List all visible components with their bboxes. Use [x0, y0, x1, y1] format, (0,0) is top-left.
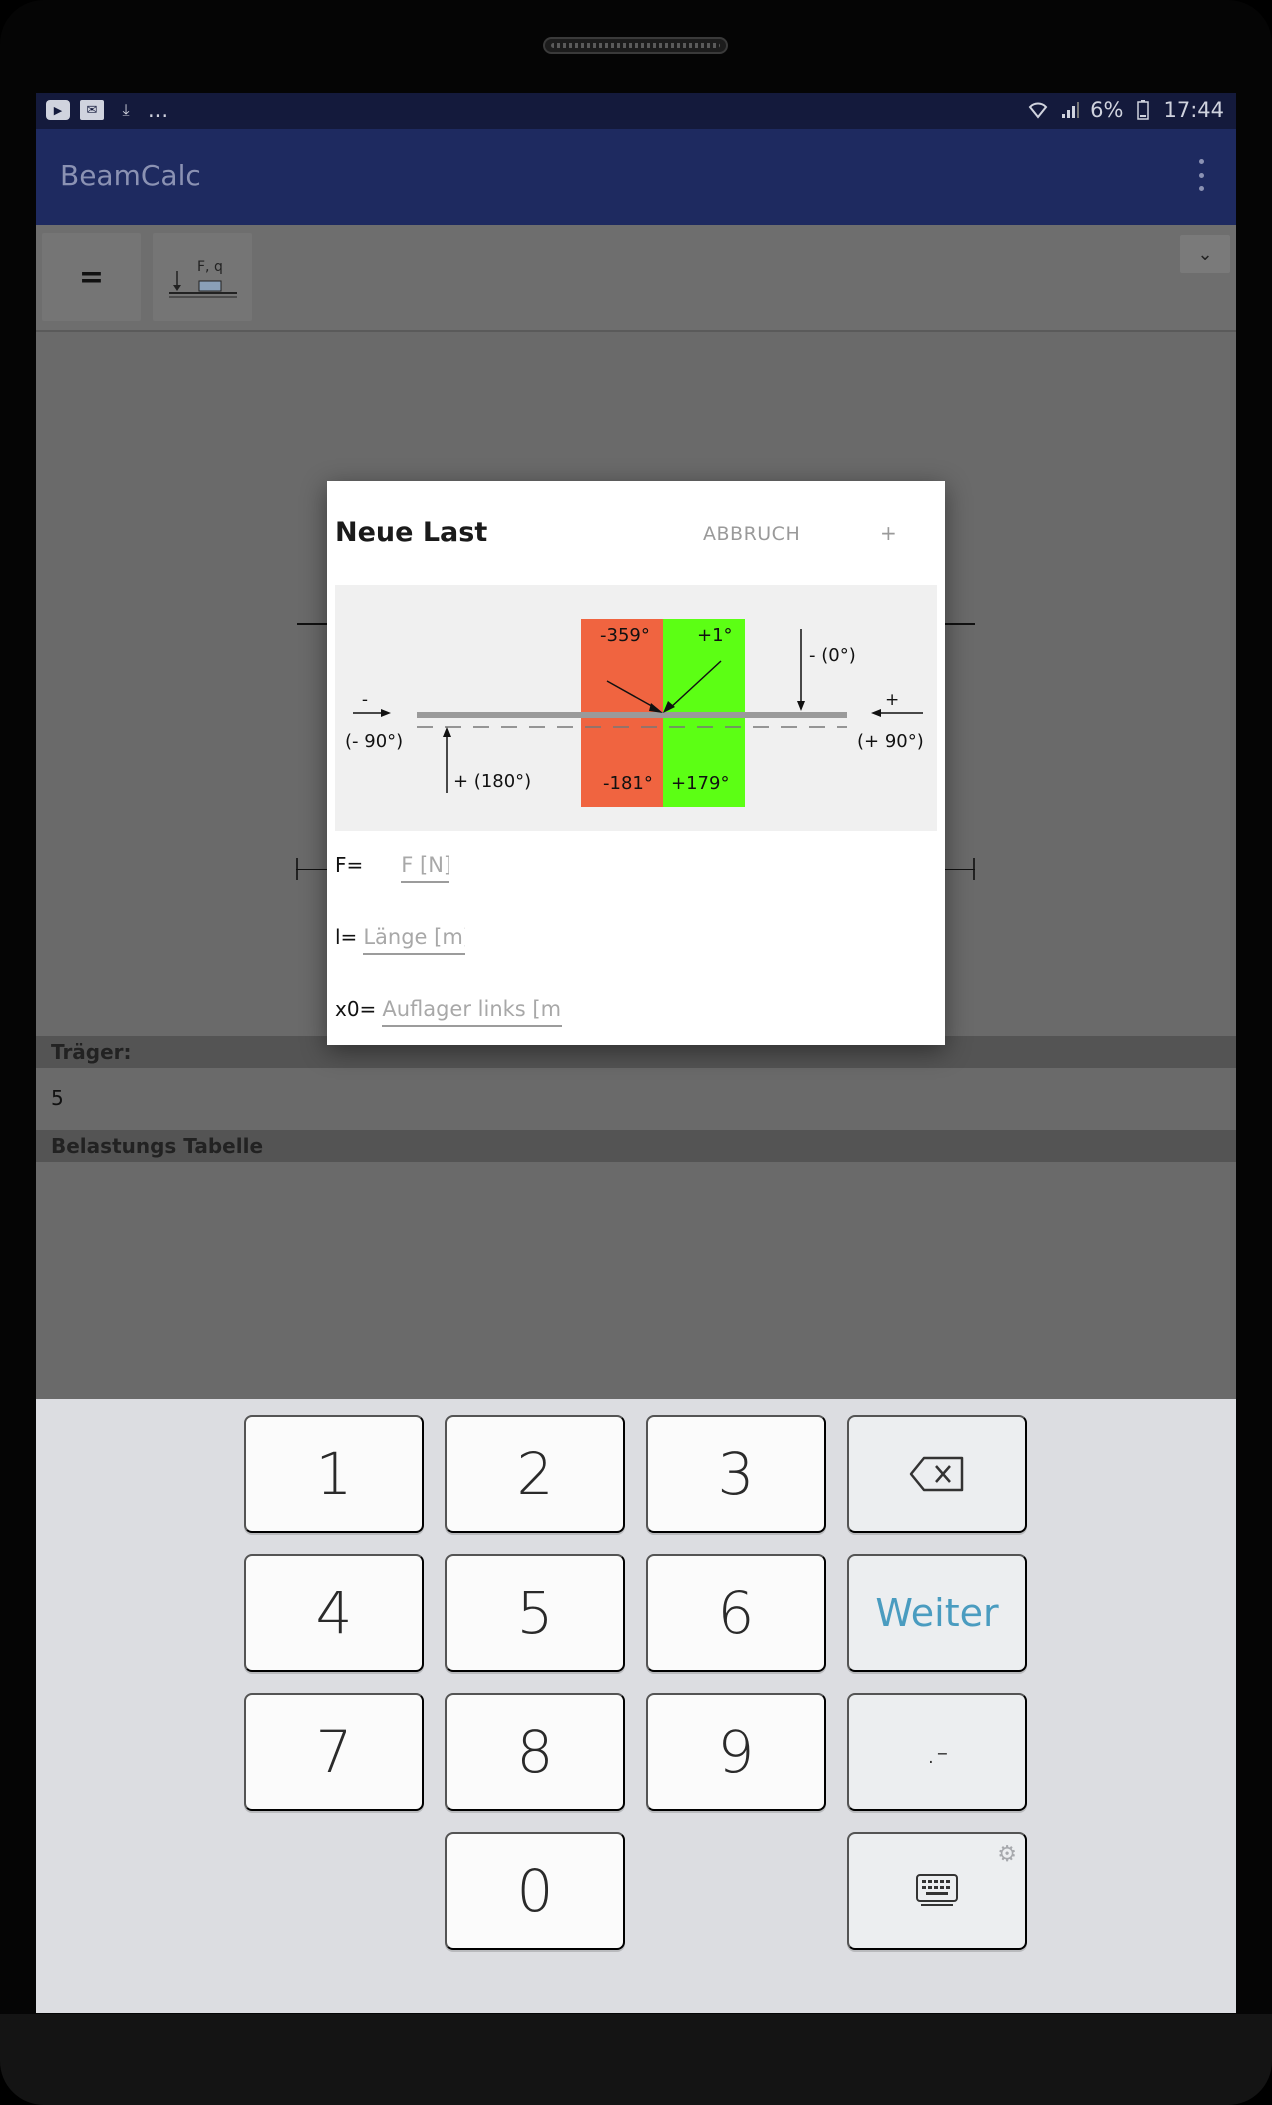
app-title: BeamCalc — [60, 159, 201, 192]
force-input[interactable] — [401, 853, 450, 883]
key-9[interactable]: 9 — [646, 1693, 826, 1811]
backspace-key[interactable] — [847, 1415, 1027, 1533]
device-bottom-bezel — [0, 2014, 1272, 2105]
dimension-line-right — [945, 869, 975, 870]
load-table-header: Belastungs Tabelle — [36, 1130, 1236, 1162]
next-key[interactable]: Weiter — [847, 1554, 1027, 1672]
status-bar: ▶ ✉ ⤓ ... 6% 17:44 — [36, 93, 1236, 129]
load-icon-label: F, q — [197, 259, 223, 275]
signal-icon — [1058, 100, 1082, 120]
quadrant-label-plus-179: +179° — [671, 773, 729, 794]
device-frame: ▶ ✉ ⤓ ... 6% 17:44 BeamCalc = F, q ⌄ Trä… — [0, 0, 1272, 2105]
speaker-grille — [543, 37, 728, 54]
angle-diagram-svg: - (- 90°) + (+ 90°) - (0°) + (180°) -359… — [345, 619, 924, 807]
dropdown-chevron-icon[interactable]: ⌄ — [1180, 235, 1230, 273]
toolbar: = F, q ⌄ — [36, 225, 1236, 332]
calculate-button[interactable]: = — [42, 233, 141, 321]
length-label: l= — [335, 925, 358, 949]
youtube-icon: ▶ — [46, 100, 70, 120]
load-icon: F, q — [168, 259, 237, 298]
x0-field-row: x0= — [335, 997, 563, 1027]
force-field-row: F= — [335, 853, 450, 883]
clock: 17:44 — [1163, 98, 1224, 122]
minus-label: - — [362, 690, 368, 710]
beam-line-right — [945, 623, 975, 625]
new-load-dialog: Neue Last ABBRUCH + - (- 90°) + (+ 90°) — [327, 481, 945, 1045]
plus-label: + — [885, 690, 899, 710]
settings-gear-icon: ⚙ — [997, 1842, 1017, 1867]
key-8[interactable]: 8 — [445, 1693, 625, 1811]
minus-angle-label: (- 90°) — [345, 731, 403, 752]
length-field-row: l= — [335, 925, 466, 955]
battery-percent: 6% — [1090, 98, 1124, 122]
force-label: F= — [335, 853, 364, 877]
wifi-icon — [1026, 100, 1050, 120]
add-button[interactable]: + — [880, 521, 897, 545]
keyboard-switch-key[interactable]: ⚙ — [847, 1832, 1027, 1950]
plus-angle-label: (+ 90°) — [857, 731, 924, 752]
numeric-keyboard: 1 2 3 4 5 6 Weiter 7 8 9 .- 0 ⚙ — [36, 1399, 1236, 2013]
key-2[interactable]: 2 — [445, 1415, 625, 1533]
backspace-icon — [909, 1456, 964, 1492]
beam-line-left — [297, 623, 327, 625]
download-icon: ⤓ — [122, 100, 130, 119]
screen: ▶ ✉ ⤓ ... 6% 17:44 BeamCalc = F, q ⌄ Trä… — [36, 93, 1236, 2013]
battery-icon — [1131, 100, 1155, 120]
cancel-button[interactable]: ABBRUCH — [703, 523, 800, 545]
quadrant-label-minus-359: -359° — [600, 625, 650, 646]
beam-length-value[interactable]: 5 — [36, 1068, 1236, 1130]
mail-icon: ✉ — [80, 100, 104, 120]
key-3[interactable]: 3 — [646, 1415, 826, 1533]
key-4[interactable]: 4 — [244, 1554, 424, 1672]
key-7[interactable]: 7 — [244, 1693, 424, 1811]
quadrant-label-minus-181: -181° — [603, 773, 653, 794]
quadrant-label-plus-1: +1° — [697, 625, 733, 646]
length-input[interactable] — [363, 925, 466, 955]
x0-label: x0= — [335, 997, 377, 1021]
angle-diagram: - (- 90°) + (+ 90°) - (0°) + (180°) -359… — [335, 585, 937, 831]
x0-input[interactable] — [382, 997, 563, 1027]
overflow-menu-icon[interactable] — [1196, 159, 1206, 191]
add-load-button[interactable]: F, q — [153, 233, 252, 321]
key-6[interactable]: 6 — [646, 1554, 826, 1672]
keyboard-icon — [916, 1874, 958, 1906]
dimension-line-left — [296, 869, 328, 870]
dialog-title: Neue Last — [335, 517, 488, 548]
key-5[interactable]: 5 — [445, 1554, 625, 1672]
bottom-angle-label: + (180°) — [453, 771, 531, 792]
app-bar: BeamCalc — [36, 129, 1236, 225]
more-notifications: ... — [148, 98, 169, 122]
key-1[interactable]: 1 — [244, 1415, 424, 1533]
symbol-key[interactable]: .- — [847, 1693, 1027, 1811]
top-angle-label: - (0°) — [809, 645, 856, 666]
key-0[interactable]: 0 — [445, 1832, 625, 1950]
